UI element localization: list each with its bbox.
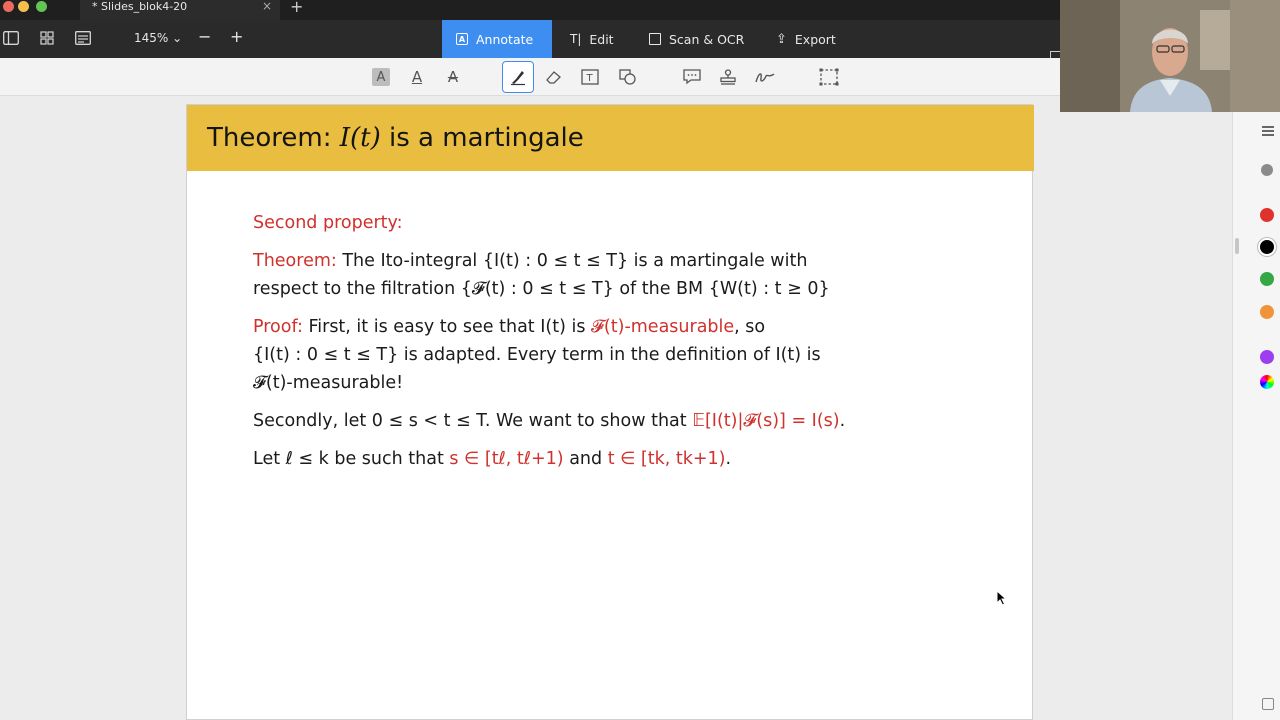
selection-icon[interactable]: [818, 66, 840, 88]
section-heading: Second property:: [253, 213, 403, 233]
export-icon: ⇪: [776, 31, 787, 47]
maximize-window-button[interactable]: [36, 1, 47, 12]
menu-icon[interactable]: [1262, 126, 1274, 136]
color-red-swatch[interactable]: [1260, 208, 1274, 222]
tab-export[interactable]: ⇪ Export: [762, 20, 850, 58]
theorem-paragraph: Theorem: The Ito-integral {I(t) : 0 ≤ t …: [253, 247, 1013, 303]
page-layout-icon[interactable]: [75, 31, 91, 45]
tab-scan-ocr[interactable]: Scan & OCR: [635, 20, 758, 58]
chevron-down-icon: ⌄: [172, 31, 183, 45]
tab-annotate[interactable]: A Annotate: [442, 20, 552, 58]
theorem-line-2: respect to the filtration {𝓕(t) : 0 ≤ t …: [253, 279, 830, 299]
color-picker-icon[interactable]: [1260, 375, 1274, 389]
signature-icon[interactable]: [754, 66, 776, 88]
zoom-out-button[interactable]: −: [198, 27, 211, 46]
let-period: .: [725, 449, 732, 469]
let-and: and: [563, 449, 608, 469]
proof-line-1b: , so: [734, 317, 766, 337]
stamp-icon[interactable]: [717, 66, 739, 88]
highlight-text-icon[interactable]: A: [372, 68, 390, 86]
proof-line-2: {I(t) : 0 ≤ t ≤ T} is adapted. Every ter…: [253, 345, 821, 365]
grid-view-icon[interactable]: [39, 31, 55, 45]
color-side-panel: [1232, 112, 1280, 720]
color-green-swatch[interactable]: [1260, 272, 1274, 286]
secondly-paragraph: Secondly, let 0 ≤ s < t ≤ T. We want to …: [253, 407, 1013, 435]
theorem-line-1: The Ito-integral {I(t) : 0 ≤ t ≤ T} is a…: [336, 251, 808, 271]
proof-line-3: 𝓕(t)-measurable!: [253, 373, 404, 393]
slide-title-suffix: is a martingale: [380, 123, 584, 153]
tab-export-label: Export: [794, 31, 836, 47]
main-toolbar: 145% ⌄ − + A Annotate T| Edit Scan & OCR…: [0, 20, 1060, 65]
secondly-text: Secondly, let 0 ≤ s < t ≤ T. We want to …: [253, 411, 693, 431]
slide-title-bar: Theorem: I(t) is a martingale: [187, 105, 1034, 171]
let-text: Let ℓ ≤ k be such that: [253, 449, 450, 469]
minimize-window-button[interactable]: [18, 1, 29, 12]
text-box-icon[interactable]: T: [579, 66, 601, 88]
proof-measurable-highlight: 𝓕(t)-measurable: [591, 317, 735, 337]
s-interval: s ∈ [tℓ, tℓ+1): [449, 449, 564, 469]
zoom-level: 145%: [134, 31, 169, 45]
strikethrough-text-icon[interactable]: A: [442, 66, 464, 88]
slide-title-math: I(t): [339, 123, 381, 153]
comment-icon[interactable]: [681, 66, 703, 88]
window-title-bar: * Slides_blok4-20 × +: [0, 0, 1060, 20]
slide-body: Second property: Theorem: The Ito-integr…: [253, 209, 1013, 483]
zoom-select[interactable]: 145% ⌄: [134, 31, 182, 45]
annotate-icon: A: [456, 33, 468, 45]
color-orange-swatch[interactable]: [1260, 305, 1274, 319]
webcam-video: [1060, 0, 1280, 112]
t-interval: t ∈ [tk, tk+1): [607, 449, 726, 469]
mouse-cursor-icon: [996, 590, 1008, 606]
new-tab-button[interactable]: +: [290, 0, 303, 16]
tab-edit[interactable]: T| Edit: [556, 20, 628, 58]
slide-page[interactable]: Theorem: I(t) is a martingale Second pro…: [186, 104, 1034, 720]
zoom-in-button[interactable]: +: [230, 27, 243, 46]
sidebar-toggle-icon[interactable]: [3, 31, 19, 45]
conditional-expectation-formula: 𝔼[I(t)|𝓕(s)] = I(s): [692, 411, 840, 431]
stroke-size-icon[interactable]: [1261, 164, 1273, 176]
proof-label: Proof:: [253, 317, 303, 337]
scan-icon: [649, 33, 661, 45]
color-purple-swatch[interactable]: [1260, 350, 1274, 364]
proof-line-1a: First, it is easy to see that I(t) is: [302, 317, 592, 337]
proof-paragraph: Proof: First, it is easy to see that I(t…: [253, 313, 1013, 397]
document-tab[interactable]: * Slides_blok4-20 ×: [80, 0, 280, 20]
tab-annotate-label: Annotate: [476, 31, 534, 47]
document-tab-title: * Slides_blok4-20: [92, 0, 188, 13]
slide-title: Theorem: I(t) is a martingale: [207, 123, 584, 153]
secondly-period: .: [839, 411, 846, 431]
color-black-swatch[interactable]: [1260, 240, 1274, 254]
annotation-toolbar: A A A T: [0, 58, 1060, 96]
tab-edit-label: Edit: [589, 31, 614, 47]
vertical-scrollbar[interactable]: [1235, 238, 1239, 254]
text-cursor-icon: T|: [570, 32, 582, 46]
theorem-label: Theorem:: [253, 251, 337, 271]
collapse-panel-icon[interactable]: [1262, 698, 1274, 710]
let-paragraph: Let ℓ ≤ k be such that s ∈ [tℓ, tℓ+1) an…: [253, 445, 1013, 473]
tab-scan-ocr-label: Scan & OCR: [669, 31, 745, 47]
shapes-icon[interactable]: [617, 66, 639, 88]
eraser-icon[interactable]: [543, 66, 565, 88]
slide-title-prefix: Theorem:: [207, 123, 340, 153]
close-tab-icon[interactable]: ×: [262, 0, 272, 13]
svg-text:T: T: [586, 73, 594, 84]
highlighter-pen-icon[interactable]: [502, 61, 534, 93]
close-window-button[interactable]: [3, 1, 14, 12]
underline-text-icon[interactable]: A: [406, 66, 428, 88]
